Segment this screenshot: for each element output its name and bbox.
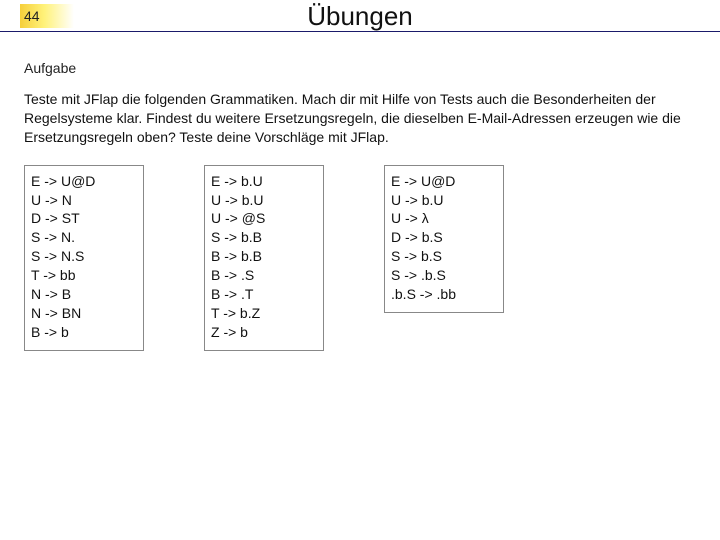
grammar-rule: S -> .b.S (391, 266, 493, 285)
grammar-rule: E -> b.U (211, 172, 313, 191)
grammar-rule: N -> BN (31, 304, 133, 323)
grammar-rule: S -> N. (31, 228, 133, 247)
slide-title: Übungen (0, 0, 720, 32)
grammar-rule: E -> U@D (31, 172, 133, 191)
grammar-columns: E -> U@D U -> N D -> ST S -> N. S -> N.S… (24, 165, 696, 351)
grammar-rule: S -> b.B (211, 228, 313, 247)
grammar-rule: B -> .S (211, 266, 313, 285)
grammar-rule: U -> b.U (211, 191, 313, 210)
grammar-rule: B -> .T (211, 285, 313, 304)
grammar-rule: Z -> b (211, 323, 313, 342)
grammar-rule: D -> ST (31, 209, 133, 228)
grammar-rule: .b.S -> .bb (391, 285, 493, 304)
slide-body: Aufgabe Teste mit JFlap die folgenden Gr… (0, 32, 720, 351)
section-heading: Aufgabe (24, 60, 696, 76)
grammar-rule: T -> bb (31, 266, 133, 285)
grammar-box-3: E -> U@D U -> b.U U -> λ D -> b.S S -> b… (384, 165, 504, 313)
grammar-rule: U -> b.U (391, 191, 493, 210)
task-text: Teste mit JFlap die folgenden Grammatike… (24, 90, 696, 147)
slide: 44 Übungen Aufgabe Teste mit JFlap die f… (0, 0, 720, 540)
grammar-rule: D -> b.S (391, 228, 493, 247)
grammar-rule: S -> N.S (31, 247, 133, 266)
grammar-rule: B -> b.B (211, 247, 313, 266)
grammar-rule: E -> U@D (391, 172, 493, 191)
grammar-rule: B -> b (31, 323, 133, 342)
grammar-rule: U -> @S (211, 209, 313, 228)
grammar-box-1: E -> U@D U -> N D -> ST S -> N. S -> N.S… (24, 165, 144, 351)
grammar-rule: U -> N (31, 191, 133, 210)
grammar-box-2: E -> b.U U -> b.U U -> @S S -> b.B B -> … (204, 165, 324, 351)
grammar-rule: T -> b.Z (211, 304, 313, 323)
grammar-rule: U -> λ (391, 209, 493, 228)
grammar-rule: N -> B (31, 285, 133, 304)
grammar-rule: S -> b.S (391, 247, 493, 266)
slide-header: 44 Übungen (0, 0, 720, 32)
